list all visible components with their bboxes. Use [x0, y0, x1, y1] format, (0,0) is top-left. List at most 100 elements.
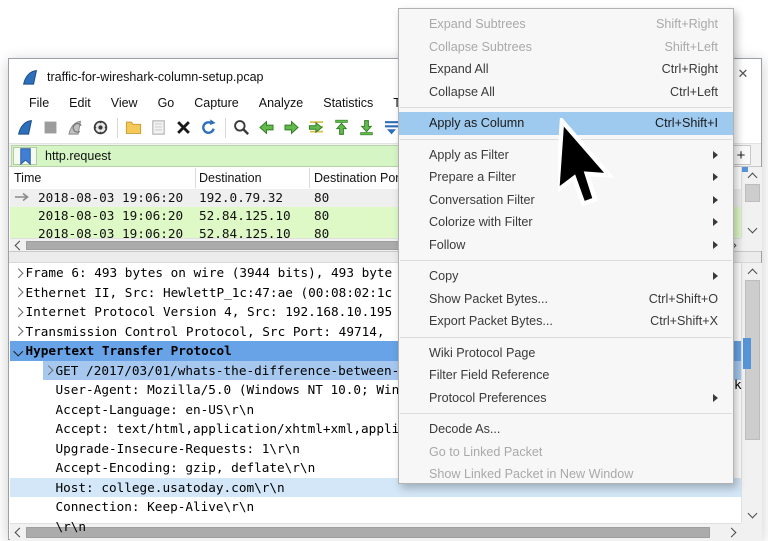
menu-separator: [400, 107, 732, 108]
menu-separator: [400, 139, 732, 140]
open-file-icon: [124, 118, 143, 137]
go-top-button[interactable]: [331, 116, 352, 140]
go-to-packet-icon: [307, 118, 326, 137]
window-title: traffic-for-wireshark-column-setup.pcap: [47, 70, 264, 84]
submenu-arrow-icon: [713, 151, 718, 159]
reload-icon: [199, 118, 218, 137]
menu-item-label: Show Packet Bytes...: [429, 292, 548, 306]
expand-arrow-icon[interactable]: [14, 327, 23, 336]
menu-item-copy[interactable]: Copy: [399, 265, 733, 288]
cell-destination-port: 80: [314, 207, 329, 225]
menubar-item-file[interactable]: File: [19, 95, 59, 112]
menu-item-export-packet-bytes[interactable]: Export Packet Bytes...Ctrl+Shift+X: [399, 310, 733, 333]
expand-arrow-icon[interactable]: [14, 288, 23, 297]
scroll-left-button[interactable]: [10, 239, 26, 252]
menu-item-expand-all[interactable]: Expand AllCtrl+Right: [399, 58, 733, 81]
detail-text: Accept-Encoding: gzip, deflate\r\n: [56, 460, 316, 475]
reload-button[interactable]: [198, 116, 219, 140]
menubar-item-go[interactable]: Go: [148, 95, 185, 112]
cell-time: 2018-08-03 19:06:20: [38, 189, 183, 207]
menubar-item-statistics[interactable]: Statistics: [313, 95, 383, 112]
detail-text: Internet Protocol Version 4, Src: 192.16…: [26, 304, 393, 319]
menu-item-label: Prepare a Filter: [429, 170, 516, 184]
menubar-item-capture[interactable]: Capture: [184, 95, 248, 112]
menu-item-shortcut: Ctrl+Shift+X: [650, 314, 718, 328]
cell-destination: 52.84.125.10: [199, 207, 291, 225]
screenshot-root: { "window": { "title": "traffic-for-wire…: [0, 0, 768, 540]
detail-text: GET /2017/03/01/whats-the-difference-bet…: [56, 363, 400, 378]
packet-list-vertical-scrollbar[interactable]: [741, 167, 762, 238]
menu-item-conversation-filter[interactable]: Conversation Filter: [399, 189, 733, 212]
expand-arrow-icon[interactable]: [14, 268, 23, 277]
menu-item-label: Colorize with Filter: [429, 215, 533, 229]
capture-restart-button[interactable]: [65, 116, 86, 140]
submenu-arrow-icon: [713, 272, 718, 280]
display-filter-input[interactable]: http.request: [45, 149, 111, 163]
submenu-arrow-icon: [713, 173, 718, 181]
scroll-down-button[interactable]: [742, 221, 762, 238]
expand-arrow-icon[interactable]: [14, 307, 23, 316]
scroll-right-button[interactable]: [725, 524, 741, 541]
scroll-up-icon: [747, 172, 757, 182]
scrollbar-thumb[interactable]: [745, 184, 760, 202]
details-vertical-scrollbar[interactable]: [741, 263, 762, 523]
menu-item-collapse-subtrees: Collapse SubtreesShift+Left: [399, 36, 733, 59]
menu-item-apply-as-column[interactable]: Apply as ColumnCtrl+Shift+I: [399, 112, 733, 135]
column-header-destination-port[interactable]: Destination Port: [314, 167, 403, 189]
filter-bookmark-button[interactable]: [13, 147, 37, 165]
column-divider[interactable]: [195, 168, 196, 188]
column-divider[interactable]: [309, 168, 310, 188]
menu-item-show-packet-bytes[interactable]: Show Packet Bytes...Ctrl+Shift+O: [399, 288, 733, 311]
menu-item-label: Copy: [429, 269, 458, 283]
scroll-up-button[interactable]: [742, 263, 762, 280]
submenu-arrow-icon: [713, 218, 718, 226]
capture-options-button[interactable]: [90, 116, 111, 140]
detail-text: Accept: text/html,application/xhtml+xml,…: [56, 421, 400, 436]
column-header-destination[interactable]: Destination: [199, 167, 262, 189]
menu-item-follow[interactable]: Follow: [399, 234, 733, 257]
scroll-down-button[interactable]: [742, 506, 762, 523]
scrollbar-selection-mark: [743, 338, 751, 369]
menu-item-decode-as[interactable]: Decode As...: [399, 418, 733, 441]
collapse-arrow-icon[interactable]: [14, 346, 23, 355]
menu-item-label: Follow: [429, 238, 465, 252]
save-file-icon: [149, 118, 168, 137]
capture-stop-button[interactable]: [40, 116, 61, 140]
window-close-button[interactable]: ✕: [733, 64, 753, 84]
menu-item-filter-field-reference[interactable]: Filter Field Reference: [399, 364, 733, 387]
go-forward-button[interactable]: [281, 116, 302, 140]
menu-item-wiki-protocol-page[interactable]: Wiki Protocol Page: [399, 342, 733, 365]
capture-restart-icon: [66, 118, 85, 137]
go-back-button[interactable]: [256, 116, 277, 140]
go-bottom-button[interactable]: [356, 116, 377, 140]
open-file-button[interactable]: [123, 116, 144, 140]
details-horizontal-scrollbar[interactable]: [10, 523, 741, 541]
menubar-item-analyze[interactable]: Analyze: [249, 95, 313, 112]
menubar-item-view[interactable]: View: [101, 95, 148, 112]
scrollbar-corner: [741, 523, 762, 541]
detail-text: \r\n: [56, 519, 87, 534]
capture-start-button[interactable]: [15, 116, 36, 140]
close-file-button[interactable]: [173, 116, 194, 140]
save-file-button[interactable]: [148, 116, 169, 140]
menu-item-apply-as-filter[interactable]: Apply as Filter: [399, 144, 733, 167]
menu-item-label: Go to Linked Packet: [429, 445, 542, 459]
menu-item-protocol-preferences[interactable]: Protocol Preferences: [399, 387, 733, 410]
scrollbar-thumb[interactable]: [26, 527, 710, 538]
cell-time: 2018-08-03 19:06:20: [38, 207, 183, 225]
add-filter-button[interactable]: +: [731, 145, 751, 165]
menubar-item-edit[interactable]: Edit: [59, 95, 101, 112]
column-header-time[interactable]: Time: [14, 167, 41, 189]
scroll-left-button[interactable]: [10, 524, 26, 541]
scroll-left-icon: [15, 528, 25, 538]
cell-destination-port: 80: [314, 189, 329, 207]
detail-row-connection-keep-alive-r[interactable]: Connection: Keep-Alive\r\n: [10, 497, 741, 517]
menu-item-colorize-with-filter[interactable]: Colorize with Filter: [399, 211, 733, 234]
menu-item-prepare-a-filter[interactable]: Prepare a Filter: [399, 166, 733, 189]
scroll-left-icon: [15, 240, 25, 250]
go-to-packet-button[interactable]: [306, 116, 327, 140]
find-packet-button[interactable]: [231, 116, 252, 140]
menu-item-label: Expand Subtrees: [429, 17, 526, 31]
menu-item-collapse-all[interactable]: Collapse AllCtrl+Left: [399, 81, 733, 104]
capture-stop-icon: [41, 118, 60, 137]
